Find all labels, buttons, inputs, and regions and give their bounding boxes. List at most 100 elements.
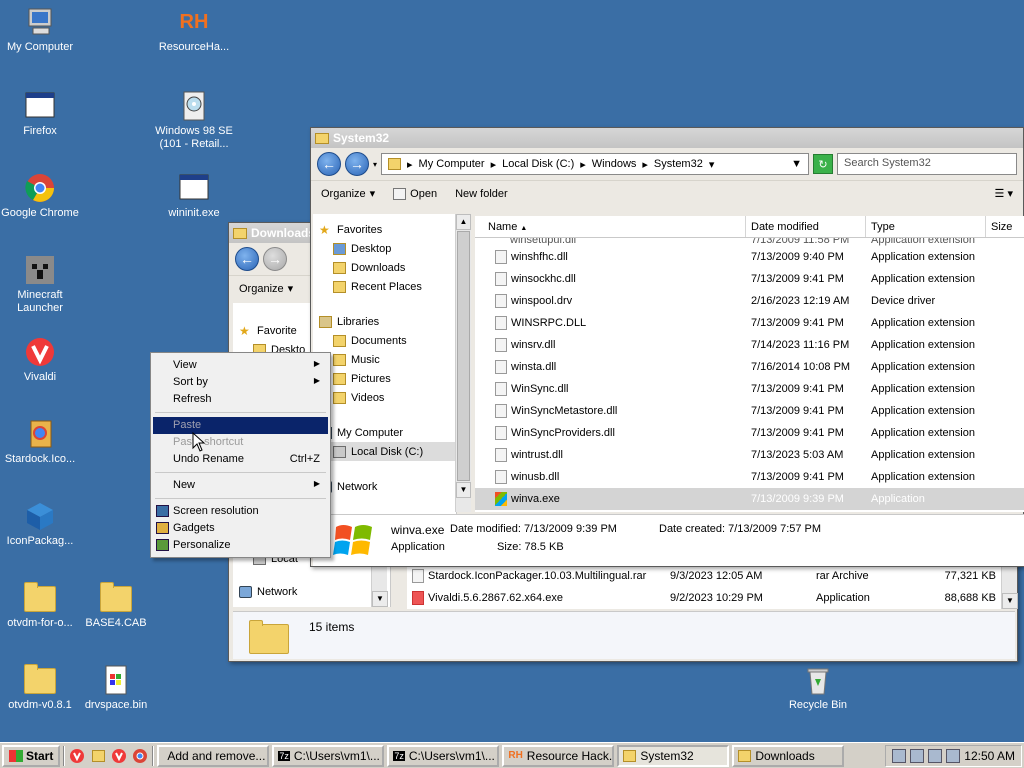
- back-button[interactable]: ←: [317, 152, 341, 176]
- quicklaunch-vivaldi-2-icon[interactable]: [110, 747, 128, 765]
- action-center-icon[interactable]: [892, 748, 907, 763]
- task-downloads[interactable]: Downloads: [732, 744, 845, 767]
- nav-libraries[interactable]: Libraries: [313, 312, 456, 331]
- file-row[interactable]: winsta.dll 7/16/2014 10:08 PM Application …: [475, 356, 1024, 378]
- system32-nav-scrollbar[interactable]: ▲ ▼: [455, 214, 471, 512]
- breadcrumb-system32[interactable]: System32: [654, 158, 703, 170]
- column-size[interactable]: Size: [986, 216, 1024, 237]
- nav-favorites[interactable]: ★ Favorites: [313, 220, 456, 239]
- file-row[interactable]: Vivaldi.5.6.2867.62.x64.exe 9/2/2023 10:…: [407, 587, 1001, 609]
- task-7zip-2[interactable]: 7z C:\Users\vm1\...: [387, 744, 500, 767]
- breadcrumb-local-disk[interactable]: Local Disk (C:): [502, 158, 574, 170]
- file-row[interactable]: WINSRPC.DLL 7/13/2009 9:41 PM Application …: [475, 312, 1024, 334]
- scroll-up-arrow[interactable]: ▲: [456, 214, 471, 230]
- refresh-icon[interactable]: ↻: [813, 154, 833, 174]
- downloads-list-scrollbar[interactable]: ▼: [1001, 565, 1018, 609]
- clock[interactable]: 12:50 AM: [964, 749, 1015, 763]
- desktop-icon-resourcehacker[interactable]: RH ResourceHa...: [154, 6, 234, 54]
- new-folder-button[interactable]: New folder: [455, 188, 508, 200]
- desktop-icon-drvspace[interactable]: drvspace.bin: [76, 664, 156, 712]
- desktop-icon-chrome[interactable]: Google Chrome: [0, 172, 80, 220]
- scroll-down-arrow[interactable]: ▼: [372, 591, 388, 607]
- nav-my-computer[interactable]: My Computer: [313, 423, 456, 442]
- scroll-down-arrow[interactable]: ▼: [456, 482, 471, 498]
- display-tray-icon[interactable]: [928, 748, 943, 763]
- nav-recent-places[interactable]: Recent Places: [313, 277, 456, 296]
- file-row[interactable]: winsockhc.dll 7/13/2009 9:41 PM Applicatio…: [475, 268, 1024, 290]
- desktop-icon-windows98[interactable]: Windows 98 SE (101 - Retail...: [154, 90, 234, 151]
- menu-item-screen-resolution[interactable]: Screen resolution: [153, 503, 328, 520]
- file-row[interactable]: Stardock.IconPackager.10.03.Multilingual…: [407, 565, 1001, 587]
- menu-item-gadgets[interactable]: Gadgets: [153, 520, 328, 537]
- menu-item-paste[interactable]: Paste: [153, 417, 328, 434]
- scroll-down-arrow[interactable]: ▼: [1002, 593, 1018, 609]
- address-dropdown-icon[interactable]: ▼: [791, 158, 802, 170]
- desktop-icon-minecraft[interactable]: Minecraft Launcher: [0, 254, 80, 315]
- organize-button[interactable]: Organize ▾: [239, 282, 293, 296]
- menu-item-undo-rename[interactable]: Undo Rename Ctrl+Z: [153, 451, 328, 468]
- nav-documents[interactable]: Documents: [313, 331, 456, 350]
- nav-local-disk[interactable]: Local Disk (C:): [313, 442, 456, 461]
- file-row[interactable]: winusb.dll 7/13/2009 9:41 PM Application e…: [475, 466, 1024, 488]
- task-chrome[interactable]: Add and remove...: [157, 744, 270, 767]
- desktop-icon-recycle-bin[interactable]: Recycle Bin: [778, 664, 858, 712]
- menu-item-view[interactable]: View ▶: [153, 357, 328, 374]
- system32-titlebar[interactable]: System32: [311, 128, 1023, 148]
- file-row[interactable]: winsrv.dll 7/14/2023 11:16 PM Application …: [475, 334, 1024, 356]
- desktop-icon-stardock[interactable]: Stardock.Ico...: [0, 418, 80, 466]
- desktop-icon-wininit[interactable]: wininit.exe: [154, 172, 234, 220]
- nav-desktop[interactable]: Desktop: [313, 239, 456, 258]
- file-row[interactable]: WinSyncProviders.dll 7/13/2009 9:41 PM App…: [475, 422, 1024, 444]
- back-button[interactable]: ←: [235, 247, 259, 271]
- volume-muted-icon[interactable]: [946, 748, 961, 763]
- network-status-icon[interactable]: [910, 748, 925, 763]
- forward-button[interactable]: →: [345, 152, 369, 176]
- menu-item-sort-by[interactable]: Sort by ▶: [153, 374, 328, 391]
- quicklaunch-chrome-icon[interactable]: [131, 747, 149, 765]
- quicklaunch-vivaldi-icon[interactable]: [68, 747, 86, 765]
- desktop-icon-base4cab[interactable]: BASE4.CAB: [76, 582, 156, 630]
- file-row-partial[interactable]: winsetupui.dll 7/13/2009 11:58 PM Applic…: [475, 238, 1024, 246]
- nav-music[interactable]: Music: [313, 350, 456, 369]
- open-button[interactable]: Open: [393, 187, 437, 200]
- file-row[interactable]: WinSync.dll 7/13/2009 9:41 PM Application …: [475, 378, 1024, 400]
- task-resource-hacker[interactable]: RH Resource Hack...: [502, 744, 615, 767]
- forward-button[interactable]: →: [263, 247, 287, 271]
- search-input[interactable]: Search System32: [837, 153, 1017, 175]
- quicklaunch-explorer-icon[interactable]: [89, 747, 107, 765]
- file-row[interactable]: winspool.drv 2/16/2023 12:19 AM Device dri…: [475, 290, 1024, 312]
- menu-item-personalize[interactable]: Personalize: [153, 537, 328, 554]
- scroll-thumb[interactable]: [457, 231, 470, 481]
- nav-network[interactable]: Network: [233, 582, 390, 601]
- column-date-modified[interactable]: Date modified: [746, 216, 866, 237]
- file-row[interactable]: WinSyncMetastore.dll 7/13/2009 9:41 PM App…: [475, 400, 1024, 422]
- menu-item-new[interactable]: New ▶: [153, 477, 328, 494]
- desktop-icon-firefox[interactable]: Firefox: [0, 90, 80, 138]
- nav-downloads[interactable]: Downloads: [313, 258, 456, 277]
- task-system32[interactable]: System32: [617, 744, 730, 767]
- breadcrumb-my-computer[interactable]: My Computer: [419, 158, 485, 170]
- file-row[interactable]: winshfhc.dll 7/13/2009 9:40 PM Application…: [475, 246, 1024, 268]
- file-row[interactable]: winva.exe 7/13/2009 9:39 PM Application: [475, 488, 1024, 510]
- breadcrumb-windows[interactable]: Windows: [592, 158, 637, 170]
- desktop-icon-my-computer[interactable]: My Computer: [0, 6, 80, 54]
- desktop-icon-iconpackager[interactable]: IconPackag...: [0, 500, 80, 548]
- organize-button[interactable]: Organize ▾: [321, 187, 375, 201]
- nav-pictures[interactable]: Pictures: [313, 369, 456, 388]
- menu-item-paste-shortcut[interactable]: Paste shortcut: [153, 434, 328, 451]
- system32-window[interactable]: System32 ← → ▾ ▸ My Computer ▸ Local Dis…: [310, 127, 1024, 567]
- nav-videos[interactable]: Videos: [313, 388, 456, 407]
- file-row[interactable]: wintrust.dll 7/13/2023 5:03 AM Application…: [475, 444, 1024, 466]
- desktop-icon-vivaldi[interactable]: Vivaldi: [0, 336, 80, 384]
- desktop-icon-otvdm[interactable]: otvdm-v0.8.1: [0, 664, 80, 712]
- menu-item-refresh[interactable]: Refresh: [153, 391, 328, 408]
- column-name[interactable]: Name ▲: [475, 216, 746, 237]
- desktop-icon-otvdm-folder[interactable]: otvdm-for-o...: [0, 582, 80, 630]
- column-type[interactable]: Type: [866, 216, 986, 237]
- nav-network[interactable]: Network: [313, 477, 456, 496]
- task-7zip-1[interactable]: 7z C:\Users\vm1\...: [272, 744, 385, 767]
- start-button[interactable]: Start: [2, 744, 61, 767]
- recent-pages-chevron-icon[interactable]: ▾: [373, 160, 377, 169]
- view-options-icon[interactable]: ☰ ▾: [995, 187, 1013, 200]
- address-bar[interactable]: ▸ My Computer ▸ Local Disk (C:) ▸ Window…: [381, 153, 809, 175]
